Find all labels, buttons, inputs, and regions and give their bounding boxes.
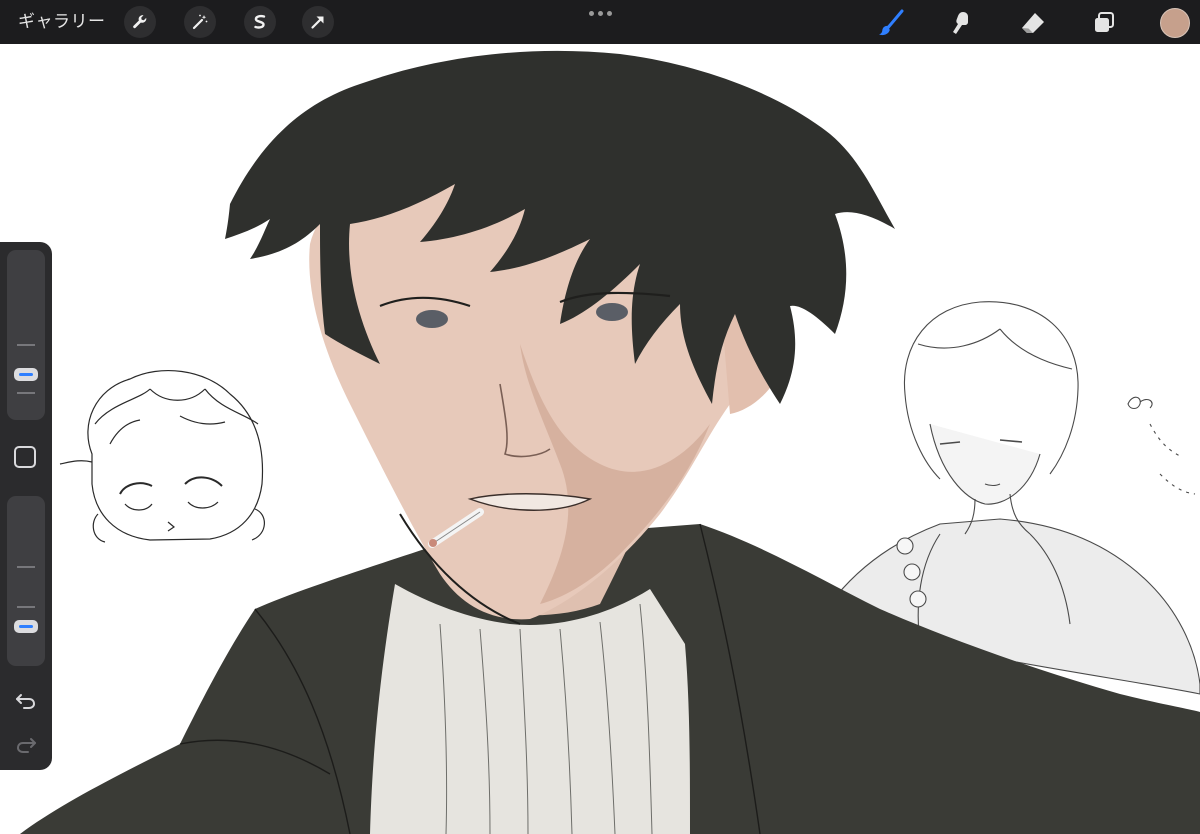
- sketch-left-chibi: [59, 369, 265, 543]
- dot-icon: [597, 10, 603, 16]
- more-options-button[interactable]: [584, 6, 616, 20]
- artwork: [20, 50, 1200, 834]
- smudge-tool-button[interactable]: [944, 6, 978, 40]
- opacity-thumb[interactable]: [14, 620, 38, 633]
- adjustments-button[interactable]: [184, 6, 216, 38]
- top-toolbar: ギャラリー: [0, 0, 1200, 44]
- brush-size-thumb[interactable]: [14, 368, 38, 381]
- slider-tick: [17, 606, 35, 608]
- smudge-icon: [953, 12, 968, 34]
- side-toolbar: [0, 242, 52, 770]
- drawing-canvas[interactable]: [0, 44, 1200, 834]
- opacity-slider[interactable]: [7, 496, 45, 666]
- dot-icon: [588, 10, 594, 16]
- wrench-icon: [133, 15, 147, 29]
- undo-icon: [16, 694, 36, 709]
- layers-icon: [1095, 12, 1114, 32]
- eraser-tool-button[interactable]: [1016, 6, 1050, 40]
- eraser-icon: [1022, 13, 1044, 33]
- brush-tool-button[interactable]: [874, 6, 908, 40]
- undo-button[interactable]: [12, 688, 40, 712]
- thumb-indicator: [19, 373, 33, 376]
- transform-arrow-icon: [311, 16, 324, 29]
- slider-tick: [17, 392, 35, 394]
- actions-button[interactable]: [124, 6, 156, 38]
- dot-icon: [606, 10, 612, 16]
- layers-button[interactable]: [1087, 6, 1121, 40]
- brush-size-slider[interactable]: [7, 250, 45, 420]
- modifier-button[interactable]: [14, 446, 36, 468]
- slider-tick: [17, 344, 35, 346]
- selection-icon: [254, 14, 266, 29]
- transform-button[interactable]: [302, 6, 334, 38]
- magic-wand-icon: [192, 14, 208, 30]
- color-picker-button[interactable]: [1160, 8, 1190, 38]
- thumb-indicator: [19, 625, 33, 628]
- gallery-button[interactable]: ギャラリー: [18, 10, 106, 34]
- selection-button[interactable]: [244, 6, 276, 38]
- redo-button[interactable]: [12, 732, 40, 756]
- slider-tick: [17, 566, 35, 568]
- brush-icon: [879, 9, 904, 36]
- redo-icon: [16, 738, 36, 753]
